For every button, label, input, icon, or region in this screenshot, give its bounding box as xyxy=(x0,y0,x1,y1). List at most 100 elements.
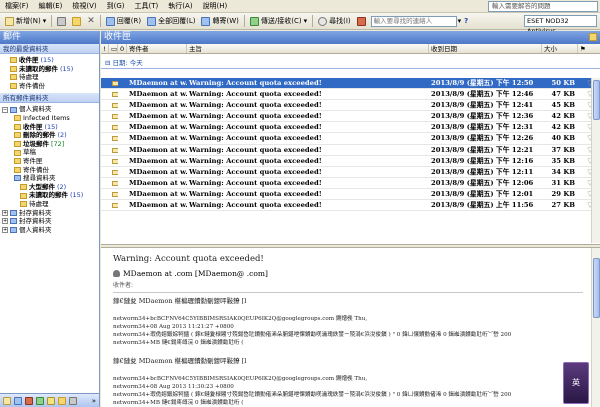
folder-item[interactable]: 搜尋資料夾 xyxy=(0,174,99,183)
favorites-section-title[interactable]: 我的最愛資料夾 xyxy=(0,44,99,54)
table-row[interactable]: MDaemon at w... Warning: Account quota ex… xyxy=(101,89,600,101)
reply-button[interactable]: 回覆(R) xyxy=(103,14,144,28)
menu-edit[interactable]: 編輯(E) xyxy=(34,0,68,13)
address-book-button[interactable] xyxy=(354,14,369,28)
expand-icon[interactable]: + xyxy=(2,218,8,225)
folder-item[interactable]: 垃圾郵件 [72] xyxy=(0,140,99,149)
table-row[interactable]: MDaemon at w... Warning: Account quota ex… xyxy=(101,100,600,112)
delete-button[interactable]: ✕ xyxy=(84,14,98,28)
contacts-shortcut-icon[interactable] xyxy=(25,396,33,405)
folder-item[interactable]: Infected Items xyxy=(0,114,99,123)
column-flag[interactable]: ⚑ xyxy=(578,44,600,53)
archive-folders: + 封存資料夾 + 封存資料夾 + 個人資料夾 xyxy=(0,209,99,235)
collapse-icon[interactable]: ⊟ xyxy=(105,59,110,67)
print-button[interactable] xyxy=(54,14,69,28)
reading-pane-scrollbar[interactable] xyxy=(591,248,600,407)
archive-folder[interactable]: + 個人資料夾 xyxy=(0,226,99,235)
date-group-header[interactable]: ⊟ 日期: 今天 xyxy=(101,58,600,69)
eset-antivirus-button[interactable]: ESET NOD32 Antivirus xyxy=(524,15,597,35)
menu-view[interactable]: 檢視(V) xyxy=(67,0,101,13)
folder-personal[interactable]: − 個人資料夾 xyxy=(0,105,99,114)
help-icon[interactable]: ? xyxy=(464,17,468,25)
table-row[interactable]: MDaemon at w... Warning: Account quota ex… xyxy=(101,178,600,189)
move-button[interactable] xyxy=(69,14,84,28)
sender-label: MDaemon at .com [MDaemon@ .com] xyxy=(123,269,268,278)
favorite-folder[interactable]: 待處理 xyxy=(0,73,99,82)
table-row[interactable]: MDaemon at w... Warning: Account quota ex… xyxy=(101,122,600,134)
menu-actions[interactable]: 執行(A) xyxy=(163,0,197,13)
folder-item[interactable]: 未讀取的郵件 (15) xyxy=(0,191,99,200)
column-attachment[interactable]: 0 xyxy=(118,44,127,53)
folder-label: 個人資料夾 xyxy=(19,105,52,114)
archive-folder[interactable]: + 封存資料夾 xyxy=(0,209,99,218)
new-mail-icon xyxy=(5,16,14,26)
table-row[interactable]: MDaemon at w... Warning: Account quota ex… xyxy=(101,111,600,123)
shortcuts-shortcut-icon[interactable] xyxy=(69,396,77,405)
table-row[interactable]: MDaemon at w... Warning: Account quota ex… xyxy=(101,145,600,156)
importance-cell xyxy=(101,111,109,121)
favorite-folder[interactable]: 未讀取的郵件 (15) xyxy=(0,65,99,74)
table-row[interactable]: MDaemon at w... Warning: Account quota ex… xyxy=(101,200,600,212)
column-subject[interactable]: 主旨 xyxy=(187,44,429,53)
body-line: 鎵€鏈夋 MDaemon 椹楄瓑鐨勬劅鍐呯敤鐐 [l xyxy=(113,357,247,365)
forward-button[interactable]: 轉寄(W) xyxy=(198,14,241,28)
collapse-icon[interactable]: − xyxy=(2,106,8,113)
mail-content-pane: 收件匣 ! ▭ 0 寄件者 主旨 收到日期 大小 ⚑ ⊟ 日期: 今天 MDae… xyxy=(101,31,600,407)
folder-list-shortcut-icon[interactable] xyxy=(58,396,66,405)
contact-search-input[interactable]: 輸入要尋找的連絡人 xyxy=(370,15,457,27)
folder-item[interactable]: 寄件備份 xyxy=(0,166,99,175)
chevron-down-icon[interactable]: ▾ xyxy=(43,17,47,25)
calendar-shortcut-icon[interactable] xyxy=(14,396,22,405)
body-line: networm34+瑕佹嫆鍛婃牱鍤 ( 鎵€鏈夐椂闂寸殑鍚嶅瓧鐨勯偖浠朵腑鍖呭惈… xyxy=(113,332,512,338)
menu-file[interactable]: 檔案(F) xyxy=(0,0,34,13)
folder-icon xyxy=(10,226,17,233)
scrollbar-thumb[interactable] xyxy=(593,258,600,318)
chevron-down-icon[interactable]: ▾ xyxy=(458,17,462,25)
ime-widget[interactable]: 英 xyxy=(563,362,589,404)
configure-buttons-icon[interactable]: » xyxy=(92,397,96,405)
new-button[interactable]: 新增(N) ▾ xyxy=(2,14,49,28)
table-row[interactable]: MDaemon at w... Warning: Account quota ex… xyxy=(101,78,600,90)
mail-list: MDaemon at w... Warning: Account quota ex… xyxy=(101,78,600,243)
message-sender[interactable]: MDaemon at .com [MDaemon@ .com] xyxy=(113,269,583,278)
scrollbar-thumb[interactable] xyxy=(593,80,600,120)
expand-icon[interactable]: + xyxy=(2,226,8,233)
unread-count: (15) xyxy=(44,122,58,131)
mail-shortcut-icon[interactable] xyxy=(3,396,11,405)
attachment-cell xyxy=(118,122,127,132)
importance-cell xyxy=(101,200,109,210)
folder-item[interactable]: 待處理 xyxy=(0,200,99,209)
send-receive-button[interactable]: 傳送/接收(C) ▾ xyxy=(247,14,310,28)
table-row[interactable]: MDaemon at w... Warning: Account quota ex… xyxy=(101,133,600,145)
all-folders-section-title[interactable]: 所有郵件資料夾 xyxy=(0,93,99,104)
attachment-cell xyxy=(118,200,127,210)
menu-tools[interactable]: 工具(T) xyxy=(130,0,164,13)
column-icon[interactable]: ▭ xyxy=(109,44,118,53)
folder-item[interactable]: 草稿 xyxy=(0,148,99,157)
favorite-folder[interactable]: 收件匣 (15) xyxy=(0,56,99,65)
find-button[interactable]: 尋找(I) xyxy=(315,14,354,28)
menu-help[interactable]: 說明(H) xyxy=(198,0,233,13)
expand-icon[interactable]: + xyxy=(2,209,8,216)
column-received[interactable]: 收到日期 xyxy=(429,44,542,53)
help-search-input[interactable]: 輸入需要解答的問題 xyxy=(488,1,598,12)
folder-item[interactable]: 刪除的郵件 (2) xyxy=(0,131,99,140)
table-row[interactable]: MDaemon at w... Warning: Account quota ex… xyxy=(101,167,600,178)
mail-list-scrollbar[interactable] xyxy=(591,78,600,243)
archive-folder[interactable]: + 封存資料夾 xyxy=(0,217,99,226)
reply-button-label: 回覆(R) xyxy=(116,17,142,25)
column-importance[interactable]: ! xyxy=(101,44,109,53)
reply-all-button[interactable]: 全部回覆(L) xyxy=(144,14,198,28)
notes-shortcut-icon[interactable] xyxy=(47,396,55,405)
tasks-shortcut-icon[interactable] xyxy=(36,396,44,405)
body-line: 鎵€鏈夋 MDaemon 椹楄瓑鐨勬劅鍐呯敤鐐 [l xyxy=(113,297,247,305)
table-row[interactable]: MDaemon at w... Warning: Account quota ex… xyxy=(101,156,600,167)
column-size[interactable]: 大小 xyxy=(542,44,578,53)
menu-go[interactable]: 到(G) xyxy=(102,0,130,13)
table-row[interactable]: MDaemon at w... Warning: Account quota ex… xyxy=(101,189,600,201)
folder-item[interactable]: 收件匣 (15) xyxy=(0,123,99,132)
favorite-folder[interactable]: 寄件備份 xyxy=(0,82,99,91)
column-from[interactable]: 寄件者 xyxy=(127,44,187,53)
folder-item[interactable]: 寄件匣 xyxy=(0,157,99,166)
chevron-down-icon[interactable]: ▾ xyxy=(304,17,308,25)
